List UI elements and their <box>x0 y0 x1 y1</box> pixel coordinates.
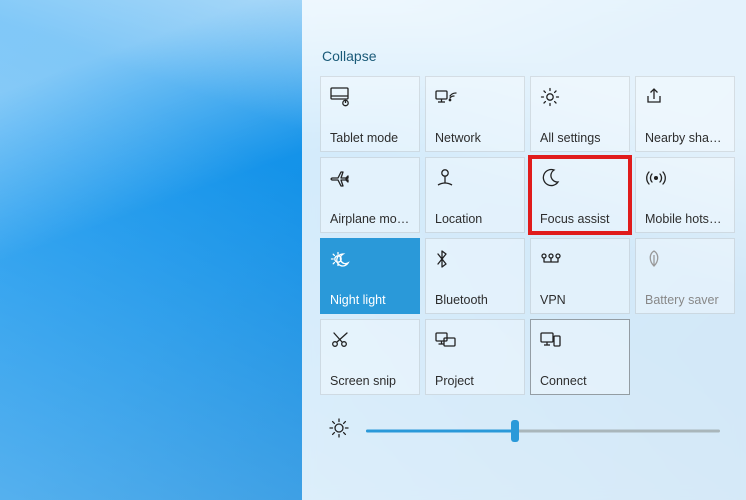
snip-icon <box>330 328 410 352</box>
airplane-icon <box>330 166 410 190</box>
vpn-icon <box>540 247 620 271</box>
share-icon <box>645 85 725 109</box>
tile-tablet-mode[interactable]: Tablet mode <box>320 76 420 152</box>
tile-connect[interactable]: Connect <box>530 319 630 395</box>
tile-battery-saver[interactable]: Battery saver <box>635 238 735 314</box>
brightness-icon <box>328 417 350 444</box>
tile-bluetooth[interactable]: Bluetooth <box>425 238 525 314</box>
tile-label: All settings <box>540 131 620 145</box>
tile-nearby-sharing[interactable]: Nearby sharing <box>635 76 735 152</box>
location-icon <box>435 166 515 190</box>
hotspot-icon <box>645 166 725 190</box>
tile-label: Project <box>435 374 515 388</box>
quick-action-tiles: Tablet mode Network <box>320 76 728 395</box>
tile-label: VPN <box>540 293 620 307</box>
tile-label: Night light <box>330 293 410 307</box>
moon-icon <box>540 166 620 190</box>
gear-icon <box>540 85 620 109</box>
brightness-slider[interactable] <box>366 422 720 440</box>
action-center-panel: Collapse Tablet mode <box>302 0 746 500</box>
tile-label: Tablet mode <box>330 131 410 145</box>
network-icon <box>435 85 515 109</box>
tile-label: Location <box>435 212 515 226</box>
night-light-icon <box>330 247 410 271</box>
tile-label: Connect <box>540 374 620 388</box>
slider-fill <box>366 429 515 432</box>
tile-label: Battery saver <box>645 293 725 307</box>
tile-all-settings[interactable]: All settings <box>530 76 630 152</box>
tile-label: Mobile hotspot <box>645 212 725 226</box>
tile-label: Bluetooth <box>435 293 515 307</box>
connect-icon <box>540 328 620 352</box>
tile-focus-assist[interactable]: Focus assist <box>530 157 630 233</box>
tile-label: Focus assist <box>540 212 620 226</box>
tile-vpn[interactable]: VPN <box>530 238 630 314</box>
leaf-icon <box>645 247 725 271</box>
tile-label: Network <box>435 131 515 145</box>
tile-location[interactable]: Location <box>425 157 525 233</box>
tile-label: Nearby sharing <box>645 131 725 145</box>
tile-label: Airplane mode <box>330 212 410 226</box>
collapse-link[interactable]: Collapse <box>320 48 376 64</box>
tile-night-light[interactable]: Night light <box>320 238 420 314</box>
brightness-row <box>320 417 728 444</box>
slider-thumb[interactable] <box>511 420 519 442</box>
project-icon <box>435 328 515 352</box>
tile-network[interactable]: Network <box>425 76 525 152</box>
tile-project[interactable]: Project <box>425 319 525 395</box>
bluetooth-icon <box>435 247 515 271</box>
tile-screen-snip[interactable]: Screen snip <box>320 319 420 395</box>
tablet-mode-icon <box>330 85 410 109</box>
tile-label: Screen snip <box>330 374 410 388</box>
tile-mobile-hotspot[interactable]: Mobile hotspot <box>635 157 735 233</box>
tile-airplane-mode[interactable]: Airplane mode <box>320 157 420 233</box>
